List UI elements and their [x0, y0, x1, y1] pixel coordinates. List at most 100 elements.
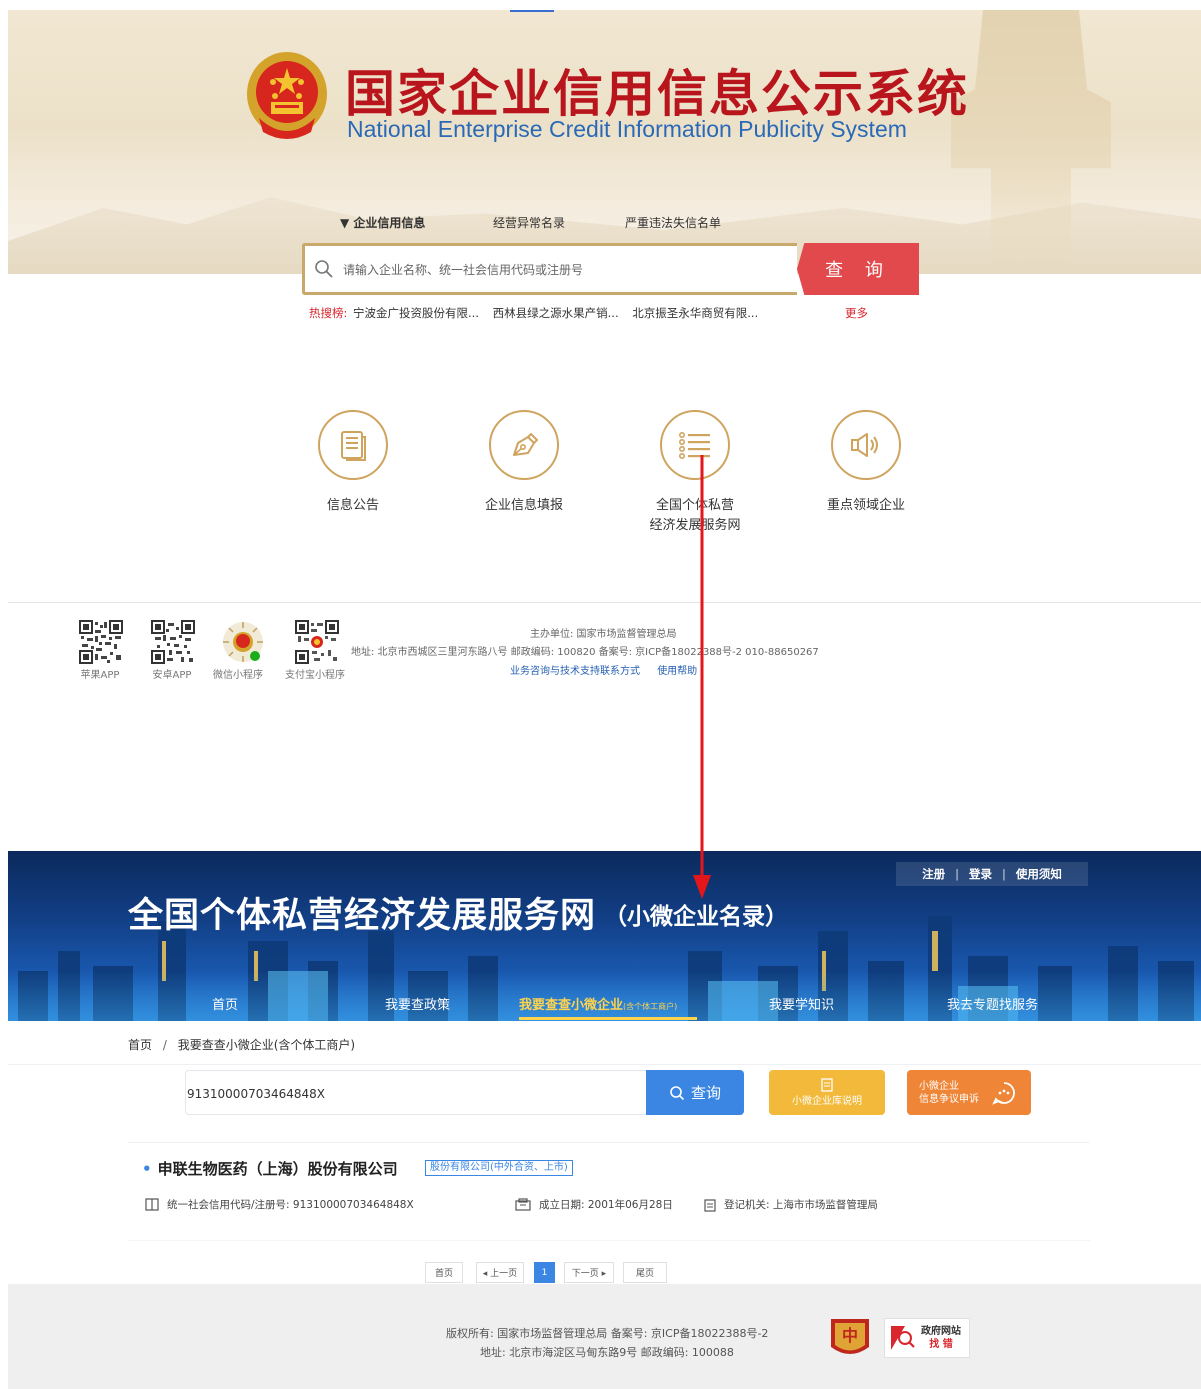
qr-code-apple-icon — [79, 620, 123, 664]
company-name-text: 申联生物医药（上海）股份有限公司 — [157, 1160, 398, 1178]
search-tab-abnormal-list[interactable]: 经营异常名录 — [493, 214, 565, 231]
hot-search-item[interactable]: 北京振圣永华商贸有限... — [632, 306, 758, 320]
library-info-button[interactable]: 小微企业库说明 — [769, 1070, 885, 1115]
feature-label: 信息公告 — [326, 498, 379, 513]
result-authority: 登记机关: 上海市市场监督管理局 — [704, 1197, 878, 1212]
bullet-icon: • — [142, 1160, 152, 1178]
dispute-label: 小微企业 信息争议申诉 — [919, 1080, 979, 1106]
chat-bubble-icon — [992, 1081, 1015, 1105]
hot-search-row: 热搜榜: 宁波金广投资股份有限... 西林县绿之源水果产销... 北京振圣永华商… — [309, 305, 758, 321]
footer-address: 地址: 北京市海淀区马甸东路9号 邮政编码: 100088 — [480, 1346, 734, 1359]
divider — [128, 1142, 1090, 1143]
pagination-last[interactable]: 尾页 — [623, 1262, 667, 1283]
footer-copyright: 版权所有: 国家市场监督管理总局 备案号: 京ICP备18022388号-2 — [446, 1327, 769, 1340]
red-annotation-arrow — [693, 455, 711, 899]
enterprise-search-input[interactable] — [187, 1084, 627, 1104]
search-button-label: 查询 — [690, 1084, 721, 1102]
breadcrumb-separator: / — [162, 1038, 167, 1052]
national-emblem-icon — [247, 52, 327, 139]
search-tab-credit-info[interactable]: ▼ 企业信用信息 — [340, 214, 425, 231]
search-input[interactable] — [343, 260, 783, 280]
terms-link[interactable]: 使用须知 — [1016, 866, 1062, 882]
qr-code-wechat-icon — [221, 620, 265, 664]
pagination-page-1[interactable]: 1 — [534, 1262, 555, 1283]
hot-search-label: 热搜榜: — [309, 306, 348, 320]
search-icon — [670, 1085, 685, 1100]
feature-info-announcement[interactable]: 信息公告 — [273, 410, 433, 516]
document-icon — [821, 1078, 833, 1092]
breadcrumb: 首页 / 我要查查小微企业(含个体工商户) — [128, 1036, 355, 1053]
enterprise-search-button[interactable]: 查询 — [646, 1070, 744, 1115]
footer-sponsor: 主办单位: 国家市场监督管理总局 — [530, 629, 677, 640]
document-icon — [341, 431, 366, 461]
account-links: 注册 | 登录 | 使用须知 — [896, 862, 1088, 886]
feature-label: 重点领域企业 — [826, 498, 905, 513]
portal-title: 全国个体私营经济发展服务网 — [128, 896, 597, 936]
qr-apple-label: 苹果APP — [80, 670, 120, 681]
building-icon — [515, 1198, 531, 1211]
magnifier-icon — [891, 1326, 915, 1350]
dispute-label-line1: 小微企业 — [919, 1080, 959, 1092]
divider — [8, 1064, 1201, 1065]
feature-circle — [831, 410, 901, 480]
hot-search-more-link[interactable]: 更多 — [845, 305, 868, 321]
nav-active-underline — [519, 1017, 697, 1020]
divider — [128, 1240, 1090, 1241]
hot-search-item[interactable]: 西林县绿之源水果产销... — [493, 306, 619, 320]
company-type-badge: 股份有限公司(中外合资、上市) — [425, 1160, 573, 1176]
login-link[interactable]: 登录 — [969, 866, 992, 882]
link-separator: | — [955, 867, 959, 881]
hot-search-item[interactable]: 宁波金广投资股份有限... — [353, 306, 479, 320]
pen-icon — [513, 432, 539, 456]
book-icon — [145, 1198, 159, 1211]
footer-divider — [8, 602, 1201, 603]
dispute-label-line2: 信息争议申诉 — [919, 1093, 979, 1105]
pagination-next[interactable]: 下一页 ▸ — [564, 1262, 614, 1283]
gov-website-text-1: 政府网站 — [921, 1326, 961, 1337]
pagination-first[interactable]: 首页 — [425, 1262, 463, 1283]
svg-text:中: 中 — [842, 1326, 858, 1345]
nav-active-suffix: (含个体工商户) — [623, 1002, 678, 1011]
qr-code-alipay-icon — [295, 620, 339, 664]
site-title-en: National Enterprise Credit Information P… — [347, 116, 907, 142]
footer-link-support[interactable]: 业务咨询与技术支持联系方式 — [510, 666, 640, 677]
feature-key-sector-enterprises[interactable]: 重点领域企业 — [786, 410, 946, 516]
link-separator: | — [1002, 867, 1006, 881]
speaker-icon — [851, 433, 878, 457]
party-gov-badge-icon[interactable]: 中 — [827, 1315, 873, 1361]
feature-enterprise-report[interactable]: 企业信息填报 — [444, 410, 604, 516]
stamp-icon — [704, 1198, 716, 1212]
gov-website-text: 政府网站 找 错 — [921, 1325, 961, 1351]
register-link[interactable]: 注册 — [922, 866, 945, 882]
nav-special-services[interactable]: 我去专题找服务 — [947, 994, 1038, 1013]
feature-circle — [318, 410, 388, 480]
footer-address: 地址: 北京市西城区三里河东路八号 邮政编码: 100820 备案号: 京ICP… — [351, 647, 819, 658]
feature-label: 企业信息填报 — [484, 498, 563, 513]
feature-circle — [489, 410, 559, 480]
search-button[interactable]: 查 询 — [797, 243, 919, 295]
dispute-appeal-button[interactable]: 小微企业 信息争议申诉 — [907, 1070, 1031, 1115]
library-info-label: 小微企业库说明 — [792, 1096, 862, 1107]
qr-alipay-label: 支付宝小程序 — [285, 670, 345, 681]
result-company-name[interactable]: • 申联生物医药（上海）股份有限公司 — [142, 1158, 398, 1179]
nav-search-enterprise[interactable]: 我要查查小微企业(含个体工商户) — [519, 994, 677, 1013]
pagination-prev[interactable]: ◂ 上一页 — [476, 1262, 524, 1283]
breadcrumb-current: 我要查查小微企业(含个体工商户) — [177, 1038, 356, 1052]
nav-policy[interactable]: 我要查政策 — [385, 994, 450, 1013]
credit-code-text: 统一社会信用代码/注册号: 91310000703464848X — [167, 1199, 414, 1211]
footer-links: 业务咨询与技术支持联系方式 使用帮助 — [510, 662, 711, 677]
nav-home[interactable]: 首页 — [212, 994, 238, 1013]
nav-active-label: 我要查查小微企业 — [519, 998, 624, 1013]
search-tab-blacklist[interactable]: 严重违法失信名单 — [625, 214, 721, 231]
gov-website-error-report[interactable]: 政府网站 找 错 — [884, 1318, 970, 1358]
establish-date-text: 成立日期: 2001年06月28日 — [539, 1199, 673, 1211]
breadcrumb-home[interactable]: 首页 — [128, 1038, 152, 1052]
search-icon — [315, 260, 333, 278]
gov-website-text-2: 找 错 — [929, 1339, 953, 1350]
authority-text: 登记机关: 上海市市场监督管理局 — [724, 1199, 878, 1211]
result-establish-date: 成立日期: 2001年06月28日 — [515, 1197, 673, 1212]
result-credit-code: 统一社会信用代码/注册号: 91310000703464848X — [145, 1197, 414, 1212]
qr-wechat-label: 微信小程序 — [213, 670, 263, 681]
nav-knowledge[interactable]: 我要学知识 — [769, 994, 834, 1013]
qr-android-label: 安卓APP — [152, 670, 192, 681]
